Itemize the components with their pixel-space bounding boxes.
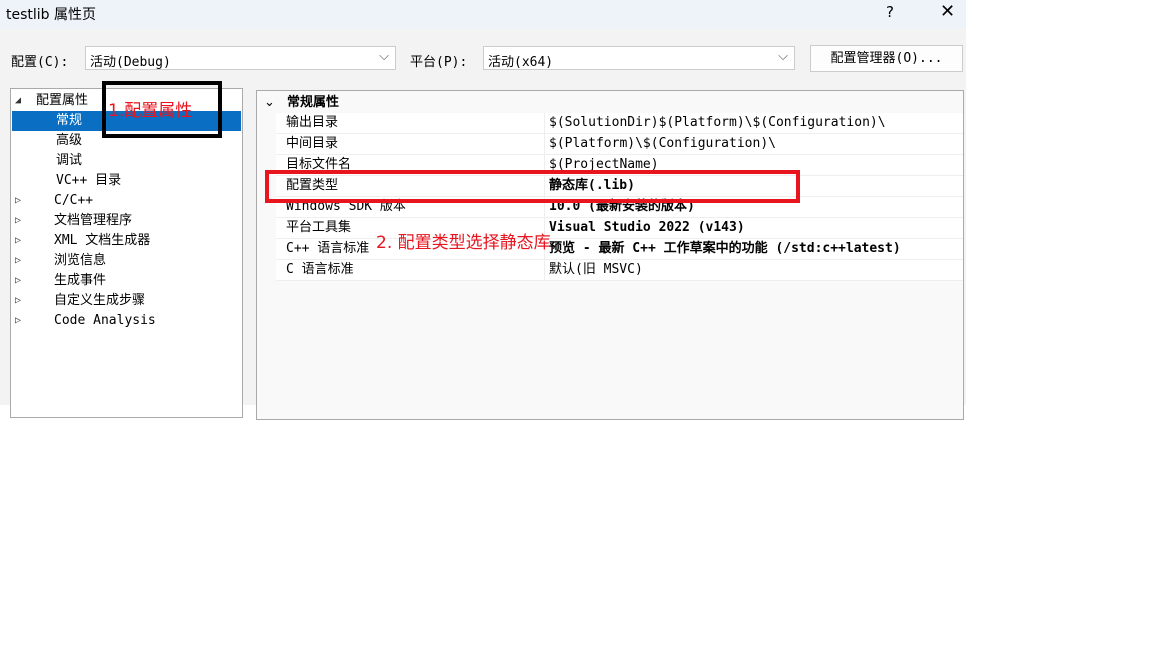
tree-item-label: 生成事件: [54, 273, 107, 288]
tree-item-label: 文档管理程序: [54, 213, 133, 228]
tree-item[interactable]: ▷ C/C++: [12, 191, 241, 211]
tree-item[interactable]: ▷ 自定义生成步骤: [12, 291, 241, 311]
tree-item-label: 调试: [56, 153, 83, 168]
tree-item[interactable]: ▷ XML 文档生成器: [12, 231, 241, 251]
tree-item[interactable]: ▷ 生成事件: [12, 271, 241, 291]
tree-item-label: 高级: [56, 133, 83, 148]
tree-item[interactable]: 调试: [12, 151, 241, 171]
property-value[interactable]: 默认(旧 MSVC): [544, 260, 643, 280]
close-button[interactable]: ✕: [940, 1, 955, 22]
tree-item[interactable]: VC++ 目录: [12, 171, 241, 191]
platform-dropdown[interactable]: 活动(x64) ⌵: [483, 46, 795, 70]
property-row[interactable]: 输出目录 $(SolutionDir)$(Platform)\$(Configur…: [276, 113, 963, 134]
title-bar: testlib 属性页 ? ✕: [0, 0, 966, 29]
collapsed-arrow-icon[interactable]: ▷: [15, 211, 21, 231]
window-title: testlib 属性页: [6, 7, 97, 23]
help-button[interactable]: ?: [886, 3, 894, 21]
tree-item-label: Code Analysis: [54, 313, 156, 328]
config-label: 配置(C):: [11, 55, 69, 70]
tree-item-label: 浏览信息: [54, 253, 107, 268]
collapsed-arrow-icon[interactable]: ▷: [15, 291, 21, 311]
tree-item[interactable]: ▷ 文档管理程序: [12, 211, 241, 231]
collapsed-arrow-icon[interactable]: ▷: [15, 311, 21, 331]
chevron-down-icon: ⌵: [778, 49, 788, 64]
config-manager-button[interactable]: 配置管理器(O)...: [810, 45, 963, 72]
tree-item[interactable]: ▷ Code Analysis: [12, 311, 241, 331]
tree-item-label: XML 文档生成器: [54, 233, 151, 248]
config-dropdown[interactable]: 活动(Debug) ⌵: [85, 46, 396, 70]
property-name: C++ 语言标准: [286, 241, 370, 256]
property-name: 输出目录: [286, 115, 339, 130]
property-grid: ⌄ 常规属性 输出目录 $(SolutionDir)$(Platform)\$(C…: [256, 90, 964, 420]
annotation-step2: 2. 配置类型选择静态库: [376, 233, 551, 253]
tree-item-label: C/C++: [54, 193, 94, 208]
property-value[interactable]: 预览 - 最新 C++ 工作草案中的功能 (/std:c++latest): [544, 239, 901, 259]
platform-label: 平台(P):: [410, 55, 468, 70]
tree-item-label: 配置属性: [36, 93, 89, 108]
property-name: 中间目录: [286, 136, 339, 151]
tree-item-label: VC++ 目录: [56, 173, 122, 188]
annotation-step1: 1.配置属性: [108, 101, 193, 121]
platform-value: 活动(x64): [488, 55, 554, 70]
collapsed-arrow-icon[interactable]: ▷: [15, 231, 21, 251]
section-title: 常规属性: [287, 95, 340, 110]
property-value[interactable]: Visual Studio 2022 (v143): [544, 218, 745, 238]
property-value[interactable]: $(SolutionDir)$(Platform)\$(Configuratio…: [544, 113, 886, 133]
collapsed-arrow-icon[interactable]: ▷: [15, 251, 21, 271]
property-name: 平台工具集: [286, 220, 352, 235]
property-row[interactable]: 中间目录 $(Platform)\$(Configuration)\: [276, 134, 963, 155]
chevron-down-icon: ⌵: [379, 49, 389, 64]
tree-item-label: 自定义生成步骤: [54, 293, 146, 308]
annotation-box-2: [265, 170, 800, 203]
chevron-down-icon[interactable]: ⌄: [264, 93, 275, 113]
property-row[interactable]: C 语言标准 默认(旧 MSVC): [276, 260, 963, 281]
property-name: C 语言标准: [286, 262, 354, 277]
section-header[interactable]: ⌄ 常规属性: [257, 93, 963, 113]
collapsed-arrow-icon[interactable]: ▷: [15, 191, 21, 211]
tree-item[interactable]: ▷ 浏览信息: [12, 251, 241, 271]
tree-item-label: 常规: [56, 113, 83, 128]
property-value[interactable]: $(Platform)\$(Configuration)\: [544, 134, 776, 154]
config-value: 活动(Debug): [90, 55, 171, 70]
collapsed-arrow-icon[interactable]: ▷: [15, 271, 21, 291]
expanded-arrow-icon[interactable]: ◢: [15, 91, 21, 111]
